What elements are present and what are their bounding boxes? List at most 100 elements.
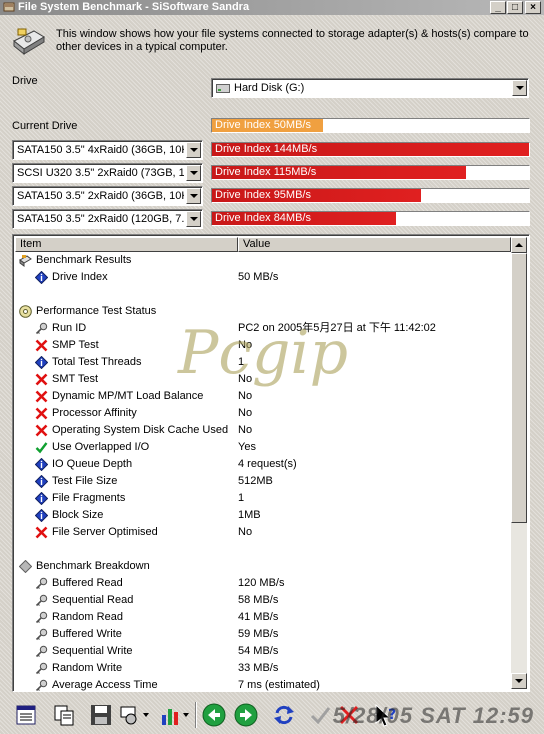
list-item-value: 41 MB/s <box>238 611 279 623</box>
ok-icon[interactable] <box>308 703 332 727</box>
list-item[interactable]: Operating System Disk Cache Used No <box>15 422 511 439</box>
list-item[interactable]: Processor Affinity No <box>15 405 511 422</box>
check-icon <box>35 441 48 454</box>
list-group-header[interactable]: Benchmark Breakdown <box>15 558 511 575</box>
report-icon[interactable] <box>14 703 38 727</box>
chart-icon[interactable] <box>159 703 189 727</box>
list-item-label: Random Read <box>52 611 123 623</box>
save-icon[interactable] <box>89 703 113 727</box>
close-button[interactable]: × <box>525 1 541 14</box>
back-icon[interactable] <box>202 703 226 727</box>
list-item[interactable]: Use Overlapped I/O Yes <box>15 439 511 456</box>
drive-select[interactable]: Hard Disk (G:) <box>211 78 529 98</box>
reference-drive-bar: Drive Index 95MB/s <box>211 188 530 203</box>
key-icon <box>35 577 48 590</box>
chevron-down-icon[interactable] <box>186 165 201 181</box>
list-item-label: File Fragments <box>52 492 126 504</box>
scroll-thumb[interactable] <box>511 253 527 523</box>
list-item-value: 50 MB/s <box>238 271 279 283</box>
list-item[interactable]: Buffered Read 120 MB/s <box>15 575 511 592</box>
cross-icon <box>35 373 48 386</box>
toolbar-separator <box>195 702 197 728</box>
list-group-header[interactable]: Benchmark Results <box>15 252 511 269</box>
forward-icon[interactable] <box>234 703 258 727</box>
list-item-value: Yes <box>238 441 256 453</box>
disk-icon <box>19 305 32 318</box>
reference-drive-bar: Drive Index 144MB/s <box>211 142 530 157</box>
current-drive-label: Current Drive <box>12 120 78 132</box>
list-item-label: SMP Test <box>52 339 99 351</box>
scroll-down-button[interactable] <box>511 673 527 689</box>
vertical-scrollbar[interactable] <box>511 237 527 689</box>
options-icon[interactable] <box>119 703 149 727</box>
list-item-label: Benchmark Breakdown <box>36 560 150 572</box>
reference-drive-bar-label: Drive Index 115MB/s <box>215 166 317 178</box>
list-item[interactable]: Buffered Write 59 MB/s <box>15 626 511 643</box>
chevron-down-icon[interactable] <box>186 142 201 158</box>
list-item[interactable]: Drive Index 50 MB/s <box>15 269 511 286</box>
list-item[interactable]: Test File Size 512MB <box>15 473 511 490</box>
reference-drive-bar-label: Drive Index 144MB/s <box>215 143 318 155</box>
list-item-value: No <box>238 424 253 436</box>
column-header-value[interactable]: Value <box>238 237 511 252</box>
list-item-label: IO Queue Depth <box>52 458 133 470</box>
key-icon <box>35 628 48 641</box>
list-item-value: 1MB <box>238 509 261 521</box>
reference-device-value: SCSI U320 3.5" 2xRaid0 (73GB, 15k <box>17 167 184 179</box>
clock-overlay: 5/28/05 SAT 12:59 <box>332 703 534 728</box>
reference-device-select[interactable]: SATA150 3.5" 4xRaid0 (36GB, 10Kr <box>12 140 203 160</box>
benchmark-icon <box>19 254 32 267</box>
list-item[interactable]: Random Write 33 MB/s <box>15 660 511 677</box>
reference-device-select[interactable]: SATA150 3.5" 2xRaid0 (120GB, 7.2 <box>12 209 203 229</box>
minimize-button[interactable]: _ <box>490 1 506 14</box>
list-item[interactable]: IO Queue Depth 4 request(s) <box>15 456 511 473</box>
list-item-label: File Server Optimised <box>52 526 158 538</box>
list-item-value: No <box>238 407 253 419</box>
reference-device-select[interactable]: SCSI U320 3.5" 2xRaid0 (73GB, 15k <box>12 163 203 183</box>
chevron-down-icon[interactable] <box>186 188 201 204</box>
key-icon <box>35 645 48 658</box>
list-item-value: 58 MB/s <box>238 594 279 606</box>
results-list[interactable]: Item Value Benchmark Results Drive Index 5… <box>12 234 530 692</box>
refresh-icon[interactable] <box>272 703 296 727</box>
reference-drive-bar-label: Drive Index 95MB/s <box>215 189 311 201</box>
list-item-value: No <box>238 526 253 538</box>
key-icon <box>35 611 48 624</box>
key-icon <box>35 679 48 691</box>
list-item-value: 59 MB/s <box>238 628 279 640</box>
list-item-label: Buffered Read <box>52 577 123 589</box>
list-item[interactable]: Random Read 41 MB/s <box>15 609 511 626</box>
window-title: File System Benchmark - SiSoftware Sandr… <box>18 1 250 13</box>
list-item[interactable]: Average Access Time 7 ms (estimated) <box>15 677 511 691</box>
info-icon <box>34 491 49 506</box>
chevron-down-icon[interactable] <box>512 80 527 96</box>
reference-device-value: SATA150 3.5" 4xRaid0 (36GB, 10Kr <box>17 144 184 156</box>
cross-icon <box>35 424 48 437</box>
column-header-item[interactable]: Item <box>15 237 238 252</box>
list-item[interactable]: Dynamic MP/MT Load Balance No <box>15 388 511 405</box>
chevron-down-icon[interactable] <box>186 211 201 227</box>
list-item[interactable]: File Fragments 1 <box>15 490 511 507</box>
copy-icon[interactable] <box>52 703 76 727</box>
reference-device-value: SATA150 3.5" 2xRaid0 (36GB, 10Kr <box>17 190 184 202</box>
watermark: Pcgip <box>178 318 348 388</box>
list-item-label: Block Size <box>52 509 104 521</box>
list-item-label: Operating System Disk Cache Used <box>52 424 229 436</box>
scroll-up-button[interactable] <box>511 237 527 253</box>
list-item-value: 4 request(s) <box>238 458 297 470</box>
drive-label: Drive <box>12 75 38 87</box>
list-item[interactable]: Block Size 1MB <box>15 507 511 524</box>
list-item-label: Total Test Threads <box>52 356 142 368</box>
reference-device-select[interactable]: SATA150 3.5" 2xRaid0 (36GB, 10Kr <box>12 186 203 206</box>
list-item-label: Run ID <box>52 322 87 334</box>
list-item[interactable]: File Server Optimised No <box>15 524 511 541</box>
list-item[interactable]: Sequential Write 54 MB/s <box>15 643 511 660</box>
list-item-value: 1 <box>238 492 245 504</box>
reference-device-value: SATA150 3.5" 2xRaid0 (120GB, 7.2 <box>17 213 184 225</box>
maximize-button[interactable]: □ <box>507 1 523 14</box>
list-item-label: Sequential Write <box>52 645 133 657</box>
intro-description: This window shows how your file systems … <box>56 28 529 53</box>
list-item[interactable]: Sequential Read 58 MB/s <box>15 592 511 609</box>
reference-drive-bar: Drive Index 115MB/s <box>211 165 530 180</box>
